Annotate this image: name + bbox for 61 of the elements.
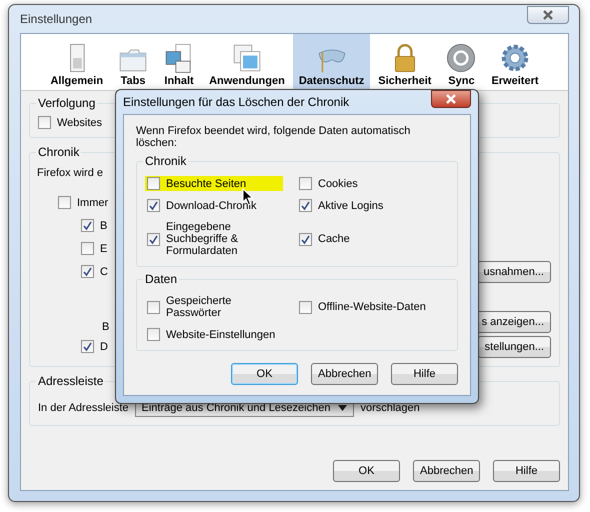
toolbar-tab[interactable]: Allgemein [44, 34, 110, 90]
description-text: Firefox wird e [37, 167, 104, 179]
checkbox[interactable] [147, 232, 160, 246]
checkbox-label: Websites [57, 116, 102, 128]
dialog-button[interactable]: Abbrechen [413, 460, 480, 482]
checkbox[interactable] [147, 328, 160, 341]
dialog-button[interactable]: OK [333, 460, 400, 482]
dialog-button[interactable]: Abbrechen [311, 363, 378, 385]
group-legend: Chronik [143, 154, 188, 168]
dialog-title: Einstellungen für das Löschen der Chronik [123, 95, 350, 109]
close-icon [542, 10, 554, 20]
group-legend: Chronik [36, 145, 82, 159]
close-icon [445, 94, 457, 104]
checkbox-label: Besuchte Seiten [166, 178, 248, 190]
group-legend: Verfolgung [36, 96, 98, 110]
checkbox-label: Cookies [318, 178, 359, 190]
toolbar-tab[interactable]: Sicherheit [372, 34, 438, 90]
close-button[interactable] [431, 90, 471, 108]
checkbox-label: E [100, 242, 108, 254]
checkbox[interactable] [299, 300, 312, 314]
checkbox-label: Eingegebene Suchbegriffe & Formulardaten [166, 221, 239, 257]
group-legend: Adressleiste [36, 374, 106, 388]
description-text: Wenn Firefox beendet wird, folgende Daten automatisch löschen: [136, 125, 412, 149]
checkbox-label: Offline-Website-Daten [318, 301, 427, 313]
field-label: In der Adressleiste [38, 402, 128, 414]
side-button[interactable]: stellungen... [478, 336, 551, 358]
checkbox[interactable] [81, 265, 94, 278]
checkbox[interactable] [299, 177, 312, 190]
checkbox-label: B [100, 220, 108, 232]
label-text: B [102, 321, 110, 333]
checkbox[interactable] [147, 177, 160, 190]
checkbox-label: Immer [77, 196, 108, 208]
group-legend: Daten [143, 272, 180, 286]
toolbar-tab[interactable]: Erweitert [485, 34, 545, 90]
checkbox[interactable] [81, 340, 94, 353]
checkbox[interactable] [299, 232, 312, 246]
checkbox[interactable] [299, 199, 312, 212]
window-title: Einstellungen [20, 12, 92, 26]
checkbox-label: Download-Chronik [166, 200, 258, 212]
checkbox-label: C [100, 266, 108, 278]
checkbox-label: Cache [318, 233, 351, 245]
dialog-button[interactable]: OK [231, 363, 298, 385]
toolbar-tab[interactable]: Datenschutz [292, 34, 370, 90]
checkbox[interactable] [147, 199, 160, 212]
dialog-button[interactable]: Hilfe [391, 363, 458, 385]
checkbox[interactable] [81, 242, 94, 255]
checkbox-label: Website-Einstellungen [166, 328, 276, 340]
checkbox[interactable] [81, 219, 94, 232]
checkbox-label: Aktive Logins [318, 200, 384, 212]
side-button[interactable]: usnahmen... [476, 260, 551, 282]
toolbar-tab[interactable]: Sync [439, 34, 484, 90]
checkbox-label: D [100, 340, 108, 352]
checkbox[interactable] [38, 116, 51, 129]
close-button[interactable] [527, 6, 569, 24]
dialog-button[interactable]: Hilfe [493, 460, 560, 482]
label-text: vorschlagen [360, 402, 420, 414]
checkbox[interactable] [58, 196, 71, 209]
toolbar-tab[interactable]: Inhalt [157, 34, 202, 90]
toolbar-tab[interactable]: Tabs [111, 34, 156, 90]
checkbox-label: Gespeicherte Passwörter [166, 295, 232, 319]
checkbox[interactable] [147, 300, 160, 314]
